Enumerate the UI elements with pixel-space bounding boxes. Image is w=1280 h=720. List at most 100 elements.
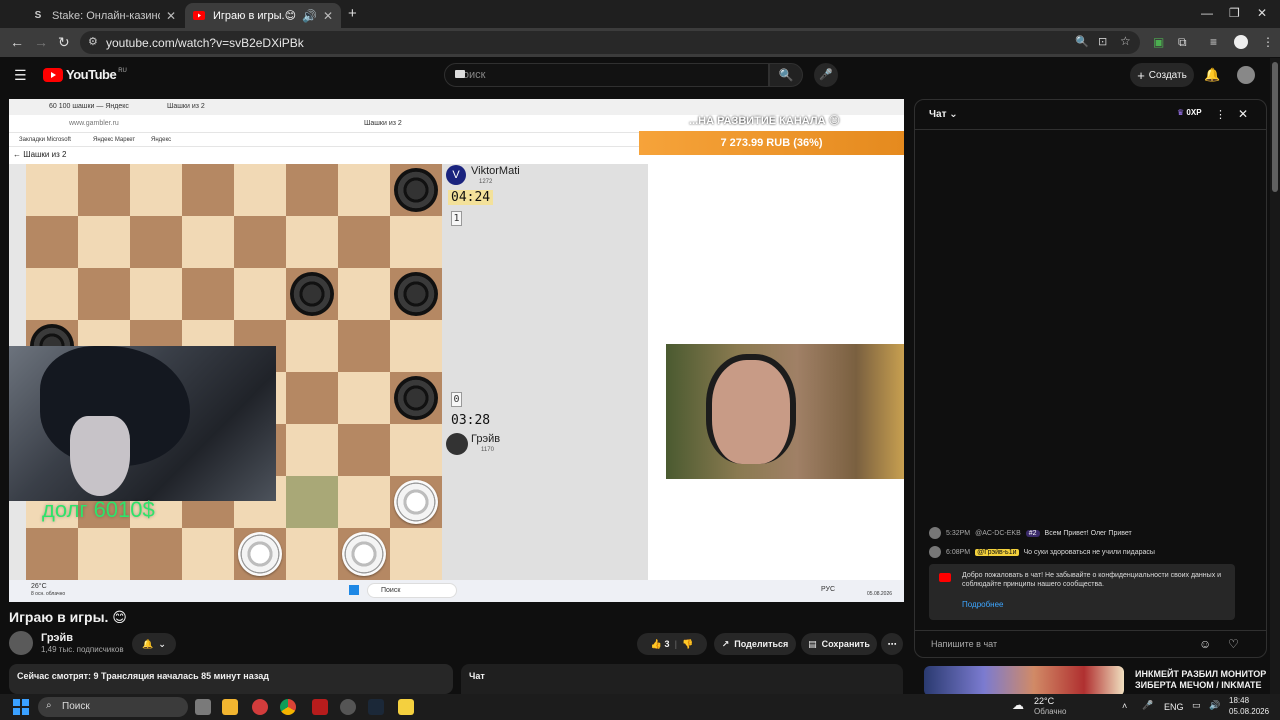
profile-avatar[interactable] [1234, 35, 1248, 49]
page-scrollbar[interactable] [1270, 58, 1280, 694]
search-input[interactable]: Поиск [444, 63, 769, 87]
browser-tab-youtube[interactable]: Играю в игры.😊 - YouTu 🔊 ✕ [185, 3, 341, 28]
weather-cloud-icon[interactable]: ☁ [1012, 698, 1024, 712]
new-tab-button[interactable]: + [348, 5, 357, 22]
taskbar-lang[interactable]: ENG [1164, 702, 1184, 712]
video-player[interactable]: 60 100 шашки — Яндекс Шашки из 2 www.gam… [9, 99, 904, 602]
recommended-video[interactable]: ИНКМЕЙТ РАЗБИЛ МОНИТОР ЗИБЕРТА МЕЧОМ / I… [924, 666, 1270, 696]
app-icon[interactable] [252, 699, 268, 715]
youtube-icon [193, 10, 205, 22]
search-button[interactable]: 🔍 [769, 63, 803, 87]
learn-more-link[interactable]: Подробнее [962, 600, 1004, 609]
close-tab-icon[interactable]: ✕ [166, 9, 176, 23]
obs-icon[interactable] [340, 699, 356, 715]
channel-name[interactable]: Грэйв [41, 632, 73, 644]
player-bottom-rating: 1170 [481, 447, 494, 453]
zoom-icon[interactable]: 🔍 [1075, 35, 1089, 48]
recommended-title[interactable]: ИНКМЕЙТ РАЗБИЛ МОНИТОР ЗИБЕРТА МЕЧОМ / I… [1135, 669, 1270, 691]
hamburger-menu-icon[interactable]: ☰ [14, 67, 27, 84]
tray-chevron-icon[interactable]: ˄ [1122, 701, 1127, 711]
board-square [130, 268, 182, 320]
app-icon[interactable] [312, 699, 328, 715]
anime-overlay-image [9, 346, 276, 501]
keyboard-icon[interactable] [455, 70, 465, 78]
share-label: Поделиться [734, 639, 789, 649]
bookmark-star-icon[interactable]: ☆ [1120, 34, 1131, 48]
player-bottom-score: 0 [451, 392, 462, 407]
board-square [338, 268, 390, 320]
message-author[interactable]: @Грэйв-ь1и [975, 548, 1019, 556]
recommended-thumbnail[interactable] [924, 666, 1124, 696]
black-checker [394, 168, 438, 212]
chat-title-dropdown[interactable]: Чат ⌄ [929, 109, 958, 120]
save-label: Сохранить [821, 639, 870, 649]
board-square [286, 528, 338, 580]
heart-icon[interactable]: ♡ [1228, 637, 1239, 651]
browser-tab-stake[interactable]: S Stake: Онлайн-казино и ставк ✕ [24, 3, 184, 28]
board-square [338, 476, 390, 528]
close-window-icon[interactable]: ✕ [1257, 6, 1267, 20]
close-chat-icon[interactable]: ✕ [1238, 107, 1248, 121]
task-view-icon[interactable] [195, 699, 211, 715]
microphone-icon: 🎤 [819, 69, 833, 81]
minimize-icon[interactable]: — [1201, 6, 1213, 20]
mic-tray-icon[interactable]: 🎤 [1142, 700, 1153, 711]
user-avatar [929, 546, 941, 558]
windows-search-box[interactable]: ⌕ Поиск [38, 697, 188, 717]
display-icon[interactable]: ▭ [1192, 700, 1201, 711]
plus-icon: + [1137, 67, 1145, 83]
notifications-bell-icon[interactable]: 🔔 [1204, 67, 1220, 83]
youtube-play-icon [43, 67, 63, 82]
white-checker [238, 532, 282, 576]
url-text[interactable]: youtube.com/watch?v=svB2eDXiPBk [106, 36, 304, 50]
file-explorer-icon[interactable] [222, 699, 238, 715]
volume-icon[interactable]: 🔊 [1209, 700, 1220, 711]
youtube-logo[interactable]: YouTube RU [43, 67, 127, 82]
reload-icon[interactable]: ↻ [58, 34, 70, 51]
close-tab-icon[interactable]: ✕ [323, 9, 333, 23]
site-info-icon[interactable]: ⚙ [88, 35, 98, 48]
scrollbar-thumb[interactable] [1272, 62, 1278, 192]
more-actions-button[interactable]: ⋯ [881, 633, 903, 655]
taskbar-temperature: 22°C [1034, 696, 1055, 706]
stream-weather: 26°C [31, 583, 47, 590]
maximize-icon[interactable]: ❐ [1229, 6, 1240, 20]
omnibox[interactable]: ⚙ youtube.com/watch?v=svB2eDXiPBk 🔍 ⊡ ☆ [80, 31, 1140, 54]
chat-input[interactable]: Напишите в чат ☺ ♡ [915, 630, 1266, 658]
chat-replay-header[interactable]: Чат [461, 664, 903, 694]
menu-icon[interactable]: ⋮ [1262, 35, 1274, 49]
more-icon: ⋯ [887, 638, 897, 649]
like-button[interactable]: 👍 3 [651, 639, 670, 650]
app-icon[interactable] [398, 699, 414, 715]
install-icon[interactable]: ⊡ [1098, 35, 1107, 48]
forward-icon[interactable]: → [34, 34, 48, 50]
back-icon[interactable]: ← [10, 34, 24, 50]
tab-title: Stake: Онлайн-казино и ставк [52, 9, 160, 22]
create-button[interactable]: + Создать [1130, 63, 1194, 87]
message-author[interactable]: @AC-DC-EKB [975, 530, 1021, 537]
taskbar-time: 18:48 [1229, 696, 1250, 705]
notification-bell-button[interactable]: 🔔 ⌄ [132, 633, 176, 655]
board-square [286, 216, 338, 268]
description-box[interactable]: Сейчас смотрят: 9 Трансляция началась 85… [9, 664, 453, 694]
steam-icon[interactable] [368, 699, 384, 715]
puzzle-icon[interactable]: ⧉ [1178, 35, 1187, 50]
emoji-icon[interactable]: ☺ [1199, 637, 1211, 651]
board-square [78, 528, 130, 580]
speaker-icon[interactable]: 🔊 [302, 9, 317, 23]
share-button[interactable]: ↗ Поделиться [714, 633, 796, 655]
extension-icon[interactable]: ▣ [1153, 35, 1164, 49]
xp-badge[interactable]: ♛ 0XP [1173, 108, 1206, 122]
channel-avatar[interactable] [9, 631, 33, 655]
chrome-icon[interactable] [280, 699, 296, 715]
save-button[interactable]: ▤ Сохранить [801, 633, 877, 655]
voice-search-button[interactable]: 🎤 [814, 63, 838, 87]
white-checker [342, 532, 386, 576]
stream-page-title: Шашки из 2 [364, 120, 402, 127]
board-square [390, 216, 442, 268]
media-control-icon[interactable]: ≡ [1210, 35, 1217, 49]
account-avatar[interactable] [1237, 66, 1255, 84]
windows-start-icon[interactable] [13, 699, 29, 720]
chat-menu-icon[interactable]: ⋮ [1215, 108, 1226, 121]
dislike-button[interactable]: 👎 [682, 639, 693, 650]
